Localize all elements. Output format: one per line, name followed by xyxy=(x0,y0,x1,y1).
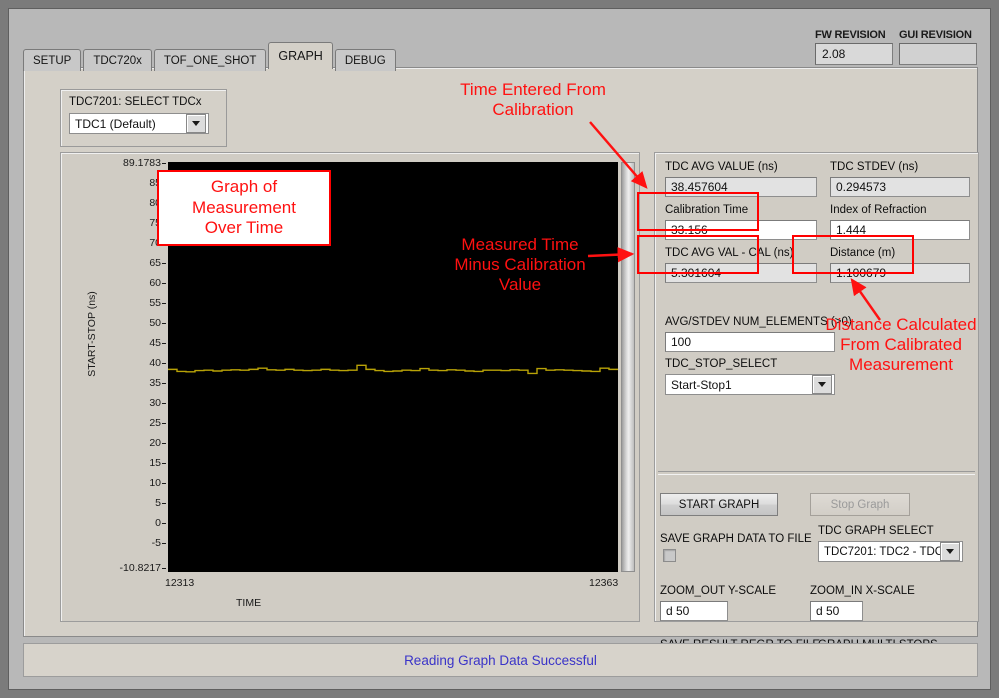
y-tick-bottom: -10.8217 xyxy=(120,562,161,574)
fw-revision-field: 2.08 xyxy=(815,43,893,65)
avg-minus-cal-label: TDC AVG VAL - CAL (ns) xyxy=(665,247,793,259)
app-root: FW REVISION 2.08 GUI REVISION SETUP TDC7… xyxy=(0,0,999,698)
avg-minus-cal-field: 5.301604 xyxy=(665,263,817,283)
tdc-avg-value-label: TDC AVG VALUE (ns) xyxy=(665,161,778,173)
y-tick: 10 xyxy=(149,477,161,489)
tdcx-select-combo[interactable]: TDC1 (Default) xyxy=(69,113,209,134)
tdcx-select-value: TDC1 (Default) xyxy=(70,117,186,131)
y-tick: 65 xyxy=(149,257,161,269)
annotation-time-entered: Time Entered From Calibration xyxy=(418,80,648,120)
calibration-time-input[interactable]: 33.156 xyxy=(665,220,817,240)
start-graph-button[interactable]: START GRAPH xyxy=(660,493,778,516)
y-tick: 40 xyxy=(149,357,161,369)
gui-revision-label: GUI REVISION xyxy=(899,29,977,41)
zoom-in-x-label: ZOOM_IN X-SCALE xyxy=(810,585,915,597)
index-refraction-label: Index of Refraction xyxy=(830,204,927,216)
chevron-down-icon[interactable] xyxy=(940,542,960,561)
tdc-graph-select-value: TDC7201: TDC2 - TDC1 xyxy=(819,546,940,558)
y-tick: 5 xyxy=(155,497,161,509)
tab-graph[interactable]: GRAPH xyxy=(268,42,332,69)
tab-tof-one-shot[interactable]: TOF_ONE_SHOT xyxy=(154,49,266,71)
tdc-avg-value-field: 38.457604 xyxy=(665,177,817,197)
index-refraction-input[interactable]: 1.444 xyxy=(830,220,970,240)
tdcx-select-label: TDC7201: SELECT TDCx xyxy=(69,96,202,108)
gui-revision-field xyxy=(899,43,977,65)
stop-graph-button: Stop Graph xyxy=(810,493,910,516)
panel-divider xyxy=(658,471,975,475)
revision-group: FW REVISION 2.08 GUI REVISION xyxy=(815,29,977,65)
tdc-stdev-label: TDC STDEV (ns) xyxy=(830,161,918,173)
y-tick: 25 xyxy=(149,417,161,429)
y-tick: 15 xyxy=(149,457,161,469)
y-tick: 30 xyxy=(149,397,161,409)
tdc-stop-select-combo[interactable]: Start-Stop1 xyxy=(665,374,835,395)
tdc-stdev-field: 0.294573 xyxy=(830,177,970,197)
save-graph-data-label: SAVE GRAPH DATA TO FILE xyxy=(660,533,812,545)
tdc-stop-select-label: TDC_STOP_SELECT xyxy=(665,358,777,370)
gui-revision-item: GUI REVISION xyxy=(899,29,977,65)
fw-revision-item: FW REVISION 2.08 xyxy=(815,29,893,65)
zoom-out-y-input[interactable]: d 50 xyxy=(660,601,728,621)
x-tick-min: 12313 xyxy=(165,577,194,589)
tdc-graph-select-label: TDC GRAPH SELECT xyxy=(818,525,934,537)
y-tick: 55 xyxy=(149,297,161,309)
graph-container: START-STOP (ns) 89.1783 85 80 75 70 65 6… xyxy=(60,152,640,622)
y-tick: 60 xyxy=(149,277,161,289)
fw-revision-label: FW REVISION xyxy=(815,29,893,41)
y-tick: 0 xyxy=(155,517,161,529)
x-tick-max: 12363 xyxy=(589,577,618,589)
distance-field: 1.100679 xyxy=(830,263,970,283)
y-tick: 20 xyxy=(149,437,161,449)
y-tick: 35 xyxy=(149,377,161,389)
tdcx-select-group: TDC7201: SELECT TDCx TDC1 (Default) xyxy=(60,89,227,147)
y-tick: 50 xyxy=(149,317,161,329)
chevron-down-icon[interactable] xyxy=(812,375,832,394)
y-tick: -5 xyxy=(152,537,161,549)
annotation-distance-calculated: Distance Calculated From Calibrated Meas… xyxy=(805,315,997,375)
tab-debug[interactable]: DEBUG xyxy=(335,49,396,71)
tdc-graph-select-combo[interactable]: TDC7201: TDC2 - TDC1 xyxy=(818,541,963,562)
tab-setup[interactable]: SETUP xyxy=(23,49,81,71)
distance-label: Distance (m) xyxy=(830,247,895,259)
calibration-time-label: Calibration Time xyxy=(665,204,748,216)
y-tick-top: 89.1783 xyxy=(123,157,161,169)
tab-tdc720x[interactable]: TDC720x xyxy=(83,49,152,71)
tdc-stop-select-value: Start-Stop1 xyxy=(666,378,812,392)
annotation-graph-of-measurement: Graph of Measurement Over Time xyxy=(157,170,331,246)
zoom-out-y-label: ZOOM_OUT Y-SCALE xyxy=(660,585,776,597)
y-tick: 45 xyxy=(149,337,161,349)
results-panel: TDC AVG VALUE (ns) 38.457604 TDC STDEV (… xyxy=(654,152,979,622)
y-axis-ticks: 89.1783 85 80 75 70 65 60 55 50 45 40 35… xyxy=(61,153,165,583)
zoom-in-x-input[interactable]: d 50 xyxy=(810,601,863,621)
status-bar: Reading Graph Data Successful xyxy=(23,643,978,677)
tab-bar: SETUP TDC720x TOF_ONE_SHOT GRAPH DEBUG xyxy=(23,44,398,69)
save-graph-data-checkbox[interactable] xyxy=(663,549,676,562)
chevron-down-icon[interactable] xyxy=(186,114,206,133)
plot-vertical-bevel[interactable] xyxy=(621,162,635,572)
x-axis-title: TIME xyxy=(236,597,261,609)
annotation-measured-minus-cal: Measured Time Minus Calibration Value xyxy=(425,235,615,295)
